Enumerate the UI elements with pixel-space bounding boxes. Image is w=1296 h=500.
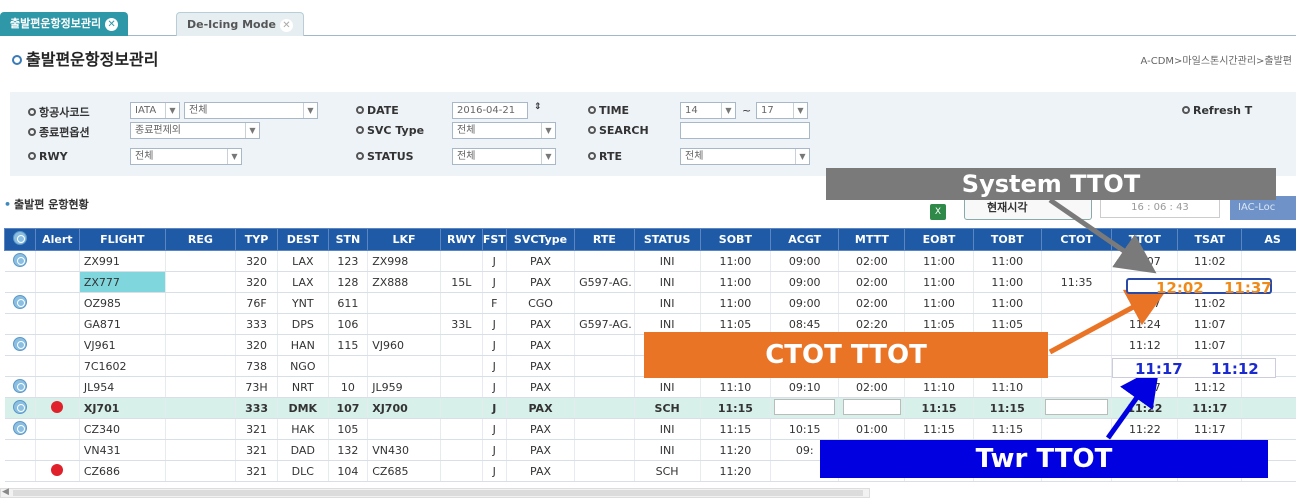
ctot-ttot-value: 12:02 [1156,279,1204,297]
twr-tsat-value: 11:12 [1211,360,1259,378]
ctot-ttot-highlight: 12:02 11:37 [1126,278,1272,297]
twr-ttot-value: 11:17 [1135,360,1183,378]
twr-ttot-callout: Twr TTOT [820,440,1268,478]
ctot-ttot-callout: CTOT TTOT [644,332,1048,378]
system-ttot-callout: System TTOT [826,168,1276,200]
callout-arrows [1048,197,1168,440]
ctot-arrow [1048,288,1168,355]
twr-ttot-highlight: 11:17 11:12 [1112,358,1276,378]
ctot-tsat-value: 11:37 [1224,279,1272,297]
system-arrow [1048,197,1157,274]
app-root: 출발편운항정보관리 ✕ De-Icing Mode ✕ 출발편운항정보관리 A-CD… [0,0,1296,500]
twr-arrow [1105,365,1160,440]
